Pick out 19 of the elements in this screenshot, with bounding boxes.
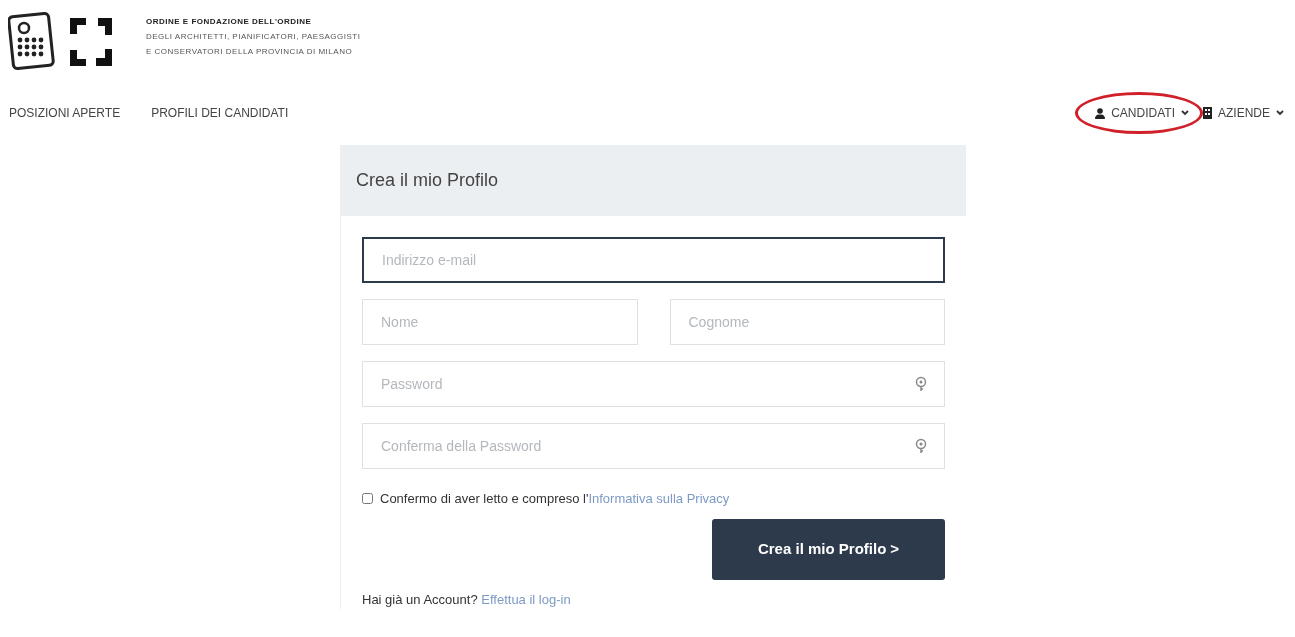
key-icon[interactable] — [915, 438, 927, 454]
chevron-down-icon — [1276, 110, 1284, 116]
form-title: Crea il mio Profilo — [356, 169, 499, 192]
organization-name: E CONSERVATORI DELLA PROVINCIA DI MILANO — [146, 46, 354, 58]
chevron-down-icon — [1181, 110, 1189, 116]
input-field[interactable]: Indirizzo e-mail — [362, 237, 945, 283]
organization-name: DEGLI ARCHITETTI, PIANIFICATORI, PAESAGGISTI — [146, 31, 361, 43]
privacy-checkbox[interactable] — [362, 493, 373, 505]
organization-name: ORDINE E FONDAZIONE DELL'ORDINE — [146, 16, 313, 28]
nav-dropdown[interactable]: CANDIDATI — [1095, 104, 1189, 122]
nav-link[interactable]: POSIZIONI APERTE — [9, 104, 121, 122]
privacy-consent-text: Confermo di aver letto e compreso l'Informativa sulla Privacy — [380, 490, 730, 508]
person-icon — [1095, 107, 1106, 119]
login-prompt: Hai già un Account? Effettua il log-in — [362, 590, 572, 609]
building-icon — [1203, 107, 1212, 119]
nav-dropdown[interactable]: AZIENDE — [1203, 104, 1284, 122]
key-icon[interactable] — [915, 376, 927, 392]
submit-button[interactable]: Crea il mio Profilo > — [712, 518, 945, 580]
nav-link[interactable]: PROFILI DEI CANDIDATI — [151, 104, 289, 122]
